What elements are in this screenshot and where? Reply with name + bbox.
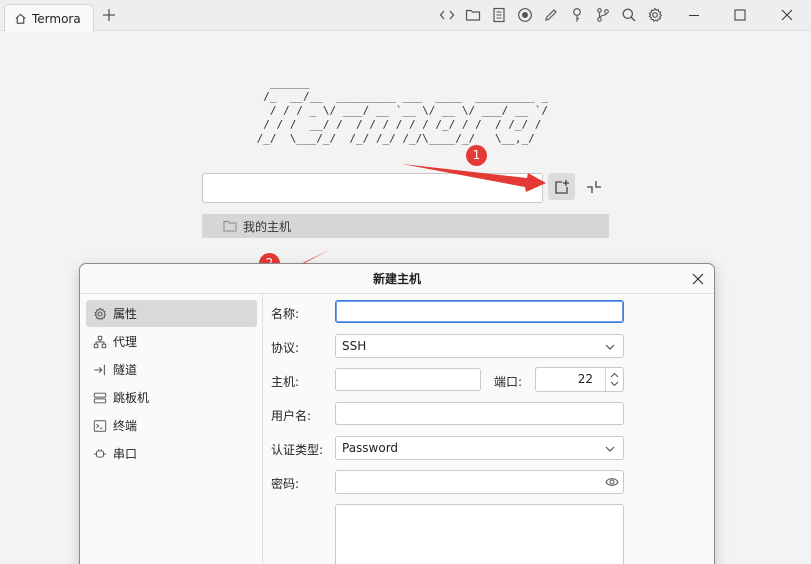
server-icon xyxy=(93,392,107,403)
sidebar-item-tunnel[interactable]: 隧道 xyxy=(86,356,257,383)
sidebar-item-label: 隧道 xyxy=(113,363,138,377)
pen-icon[interactable] xyxy=(543,7,559,23)
dialog-sidebar: 属性 代理 隧道 跳板机 终端 串口 xyxy=(80,294,263,564)
protocol-label: 协议: xyxy=(271,341,300,355)
close-icon[interactable] xyxy=(690,271,706,287)
sidebar-item-label: 串口 xyxy=(113,447,138,461)
record-icon[interactable] xyxy=(517,7,533,23)
sidebar-item-label: 属性 xyxy=(113,307,138,321)
folder-label: 我的主机 xyxy=(243,219,292,234)
auth-type-select[interactable]: Password xyxy=(335,436,624,460)
notes-textarea[interactable] xyxy=(335,504,624,564)
sidebar-item-jump-host[interactable]: 跳板机 xyxy=(86,384,257,411)
protocol-select[interactable]: SSH xyxy=(335,334,624,358)
port-spin-buttons[interactable] xyxy=(605,368,623,391)
sidebar-item-label: 代理 xyxy=(113,335,138,349)
host-label: 主机: xyxy=(271,375,300,389)
protocol-value: SSH xyxy=(342,339,367,353)
network-icon xyxy=(93,335,107,348)
sidebar-item-label: 跳板机 xyxy=(113,391,150,405)
tab-label: Termora xyxy=(32,11,81,26)
folder-icon xyxy=(223,221,237,232)
password-field[interactable] xyxy=(335,470,624,494)
new-tab-icon[interactable] xyxy=(100,6,118,24)
gear-icon xyxy=(94,307,107,320)
notes-icon[interactable] xyxy=(491,7,507,23)
dialog-title: 新建主机 xyxy=(80,264,714,294)
host-search-input[interactable] xyxy=(202,173,543,203)
name-label: 名称: xyxy=(271,307,300,321)
gear-icon[interactable] xyxy=(647,7,663,23)
title-bar: Termora xyxy=(0,0,811,32)
name-field[interactable] xyxy=(335,300,624,323)
spin-arrows-icon xyxy=(610,372,619,387)
chevron-down-icon xyxy=(605,446,615,452)
maximize-icon[interactable] xyxy=(733,8,747,22)
auth-type-value: Password xyxy=(342,441,399,455)
code-icon[interactable] xyxy=(439,7,455,23)
host-field[interactable] xyxy=(335,368,481,391)
folder-icon[interactable] xyxy=(465,7,481,23)
sidebar-item-properties[interactable]: 属性 xyxy=(86,300,257,327)
username-label: 用户名: xyxy=(271,409,312,423)
chevron-down-icon xyxy=(605,344,615,350)
badge-1: 1 xyxy=(466,145,487,166)
folder-my-hosts[interactable]: 我的主机 xyxy=(202,214,609,238)
new-host-dialog: 新建主机 属性 代理 隧道 跳板机 终端 串口 名称: 协议: SSH 主机: … xyxy=(79,263,715,564)
password-label: 密码: xyxy=(271,477,300,491)
add-host-icon xyxy=(554,179,569,194)
terminal-icon xyxy=(93,419,107,432)
port-value: 22 xyxy=(577,372,593,386)
ascii-logo: ______ /_ __/__ _________ ___ ____ _____… xyxy=(256,76,549,145)
search-icon[interactable] xyxy=(621,7,637,23)
collapse-icon[interactable] xyxy=(584,177,604,197)
username-field[interactable] xyxy=(335,402,624,425)
port-label: 端口: xyxy=(494,375,523,389)
sidebar-item-label: 终端 xyxy=(113,419,138,433)
sidebar-item-terminal[interactable]: 终端 xyxy=(86,412,257,439)
add-host-button[interactable] xyxy=(548,173,575,200)
tunnel-icon xyxy=(94,364,105,375)
key-icon[interactable] xyxy=(569,7,585,23)
branch-icon[interactable] xyxy=(595,7,611,23)
minimize-icon[interactable] xyxy=(687,8,701,22)
port-stepper[interactable]: 22 xyxy=(535,367,624,392)
sidebar-item-serial[interactable]: 串口 xyxy=(86,440,257,467)
home-icon xyxy=(15,13,26,24)
sidebar-item-proxy[interactable]: 代理 xyxy=(86,328,257,355)
tab-termora[interactable]: Termora xyxy=(4,4,94,32)
plug-icon xyxy=(93,448,107,458)
auth-type-label: 认证类型: xyxy=(271,443,324,457)
eye-icon[interactable] xyxy=(605,476,619,488)
close-icon[interactable] xyxy=(780,8,794,22)
